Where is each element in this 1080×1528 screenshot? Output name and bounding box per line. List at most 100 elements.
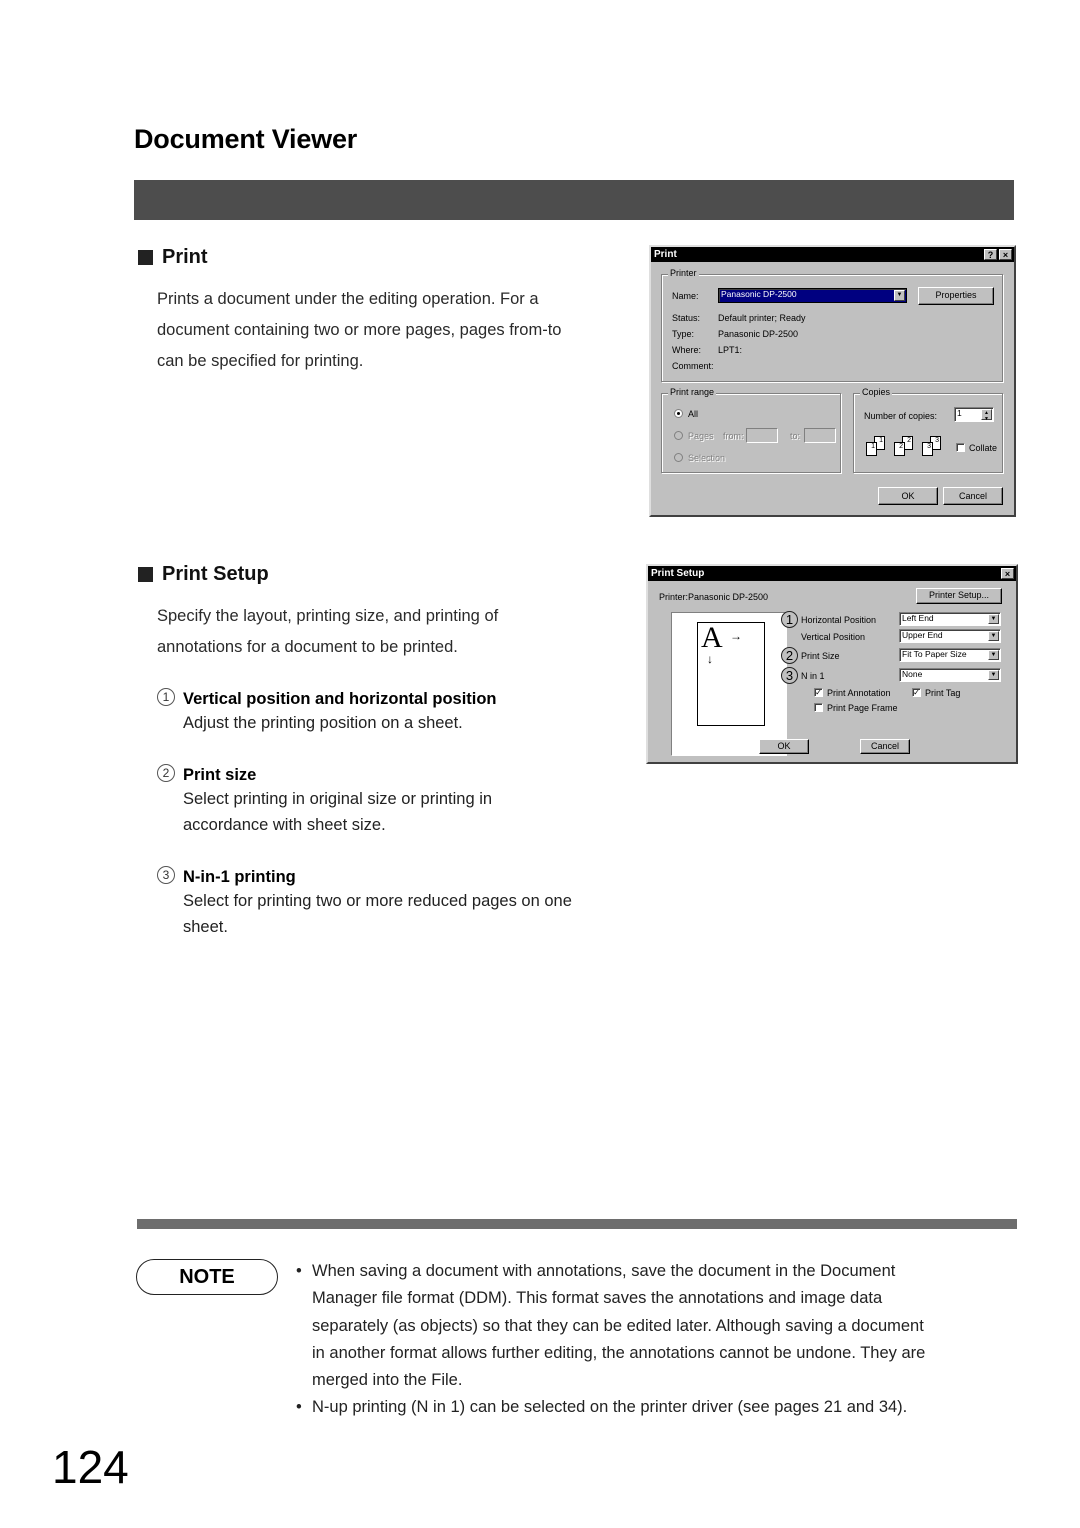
print-section-heading: Print bbox=[138, 246, 208, 269]
print-description: Prints a document under the editing oper… bbox=[157, 284, 627, 377]
title-bar bbox=[134, 180, 1014, 220]
marker-3: 3 bbox=[781, 667, 798, 684]
horizontal-position-select[interactable]: Left End ▼ bbox=[899, 612, 1001, 626]
marker-2: 2 bbox=[781, 647, 798, 664]
all-radio[interactable] bbox=[674, 409, 683, 418]
to-input[interactable] bbox=[804, 428, 836, 443]
print-setup-heading: Print Setup bbox=[138, 563, 269, 586]
type-value: Panasonic DP-2500 bbox=[718, 329, 799, 339]
print-tag-checkbox[interactable]: ✓ bbox=[912, 688, 921, 697]
setup-item-nin1: 3 N-in-1 printing Select for printing tw… bbox=[157, 865, 627, 940]
print-dialog-title: Print bbox=[654, 249, 677, 260]
preview-letter: A bbox=[701, 621, 723, 654]
dropdown-arrow-icon[interactable]: ▼ bbox=[894, 290, 905, 301]
text-line: can be specified for printing. bbox=[157, 352, 364, 370]
square-bullet-icon bbox=[138, 567, 153, 582]
cancel-button[interactable]: Cancel bbox=[943, 487, 1003, 505]
from-input[interactable] bbox=[746, 428, 778, 443]
collate-label: Collate bbox=[969, 443, 998, 453]
collate-page-icon: 3 bbox=[922, 442, 933, 456]
setup-item-position: 1 Vertical position and horizontal posit… bbox=[157, 687, 627, 737]
dropdown-arrow-icon[interactable]: ▼ bbox=[988, 631, 999, 641]
print-tag-label: Print Tag bbox=[925, 688, 961, 698]
close-icon[interactable]: × bbox=[1001, 568, 1014, 579]
copies-group: Copies Number of copies: 1 ▲ ▼ 1 1 2 2 3 … bbox=[853, 387, 1003, 473]
setup-dialog-title: Print Setup bbox=[651, 568, 705, 579]
printer-name-select[interactable]: Panasonic DP-2500 ▼ bbox=[718, 288, 907, 303]
layout-preview: A → ↓ bbox=[671, 612, 787, 756]
where-value: LPT1: bbox=[718, 345, 743, 355]
setup-item-size: 2 Print size Select printing in original… bbox=[157, 763, 627, 838]
print-setup-dialog: Print Setup × Printer:Panasonic DP-2500 … bbox=[646, 564, 1018, 764]
text-line: document containing two or more pages, p… bbox=[157, 321, 562, 339]
print-range-group: Print range All Pages from: to: Selectio… bbox=[661, 387, 841, 473]
item-title: N-in-1 printing bbox=[183, 868, 296, 886]
print-page-frame-checkbox[interactable] bbox=[814, 703, 823, 712]
text-line: in another format allows further editing… bbox=[312, 1343, 926, 1362]
print-setup-heading-text: Print Setup bbox=[162, 563, 269, 585]
close-icon[interactable]: × bbox=[999, 249, 1012, 260]
properties-button[interactable]: Properties bbox=[918, 287, 994, 305]
vertical-position-select[interactable]: Upper End ▼ bbox=[899, 629, 1001, 643]
printer-setup-button[interactable]: Printer Setup... bbox=[916, 588, 1002, 604]
circled-number-2: 2 bbox=[157, 764, 175, 782]
print-page-frame-label: Print Page Frame bbox=[827, 703, 898, 713]
print-range-label: Print range bbox=[668, 387, 717, 397]
where-label: Where: bbox=[672, 345, 702, 355]
bullet-icon: • bbox=[296, 1262, 302, 1280]
status-value: Default printer; Ready bbox=[718, 313, 806, 323]
text-line: Prints a document under the editing oper… bbox=[157, 290, 539, 308]
page-number: 124 bbox=[52, 1441, 129, 1493]
selection-label: Selection bbox=[688, 453, 726, 463]
text-line: annotations for a document to be printed… bbox=[157, 638, 458, 656]
note-item: • N-up printing (N in 1) can be selected… bbox=[296, 1394, 1006, 1421]
to-label: to: bbox=[790, 431, 801, 441]
footer-bar bbox=[137, 1219, 1017, 1229]
print-annotation-label: Print Annotation bbox=[827, 688, 891, 698]
print-dialog: Print ? × Printer Name: Panasonic DP-250… bbox=[649, 245, 1016, 517]
help-icon[interactable]: ? bbox=[984, 249, 997, 260]
marker-1: 1 bbox=[781, 611, 798, 628]
pages-label: Pages bbox=[688, 431, 714, 441]
circled-number-3: 3 bbox=[157, 866, 175, 884]
print-size-value: Fit To Paper Size bbox=[902, 649, 967, 659]
collate-checkbox[interactable] bbox=[956, 443, 965, 452]
setup-ok-button[interactable]: OK bbox=[759, 739, 809, 754]
copies-group-label: Copies bbox=[860, 387, 893, 397]
print-size-select[interactable]: Fit To Paper Size ▼ bbox=[899, 648, 1001, 662]
text-line: Specify the layout, printing size, and p… bbox=[157, 607, 499, 625]
print-setup-description: Specify the layout, printing size, and p… bbox=[157, 601, 627, 663]
item-title: Vertical position and horizontal positio… bbox=[183, 690, 497, 708]
item-desc: Adjust the printing position on a sheet. bbox=[183, 714, 463, 732]
text-line: N-up printing (N in 1) can be selected o… bbox=[312, 1398, 908, 1417]
n-in-1-label: N in 1 bbox=[801, 671, 825, 681]
printer-group-label: Printer bbox=[668, 268, 699, 278]
pages-radio[interactable] bbox=[674, 431, 683, 440]
circled-number-1: 1 bbox=[157, 688, 175, 706]
ok-button[interactable]: OK bbox=[878, 487, 938, 505]
square-bullet-icon bbox=[138, 250, 153, 265]
n-in-1-select[interactable]: None ▼ bbox=[899, 668, 1001, 682]
item-title: Print size bbox=[183, 766, 257, 784]
collate-page-icon: 1 bbox=[866, 442, 877, 456]
spin-arrows-icon[interactable]: ▲ ▼ bbox=[981, 409, 992, 422]
setup-cancel-button[interactable]: Cancel bbox=[860, 739, 910, 754]
arrow-right-icon: → bbox=[730, 629, 742, 643]
note-badge: NOTE bbox=[136, 1259, 278, 1295]
copies-spinner[interactable]: 1 ▲ ▼ bbox=[954, 407, 994, 422]
dropdown-arrow-icon[interactable]: ▼ bbox=[988, 670, 999, 680]
text-line: separately (as objects) so that they can… bbox=[312, 1316, 924, 1335]
printer-group: Printer Name: Panasonic DP-2500 ▼ Proper… bbox=[661, 268, 1003, 382]
print-annotation-checkbox[interactable]: ✓ bbox=[814, 688, 823, 697]
collate-page-icon: 2 bbox=[894, 442, 905, 456]
text-line: Manager file format (DDM). This format s… bbox=[312, 1289, 883, 1308]
selection-radio[interactable] bbox=[674, 453, 683, 462]
comment-label: Comment: bbox=[672, 361, 714, 371]
horizontal-position-label: Horizontal Position bbox=[801, 615, 877, 625]
status-label: Status: bbox=[672, 313, 701, 323]
note-item: • When saving a document with annotation… bbox=[296, 1258, 1006, 1394]
dropdown-arrow-icon[interactable]: ▼ bbox=[988, 650, 999, 660]
all-label: All bbox=[688, 409, 699, 419]
print-size-label: Print Size bbox=[801, 651, 840, 661]
dropdown-arrow-icon[interactable]: ▼ bbox=[988, 614, 999, 624]
